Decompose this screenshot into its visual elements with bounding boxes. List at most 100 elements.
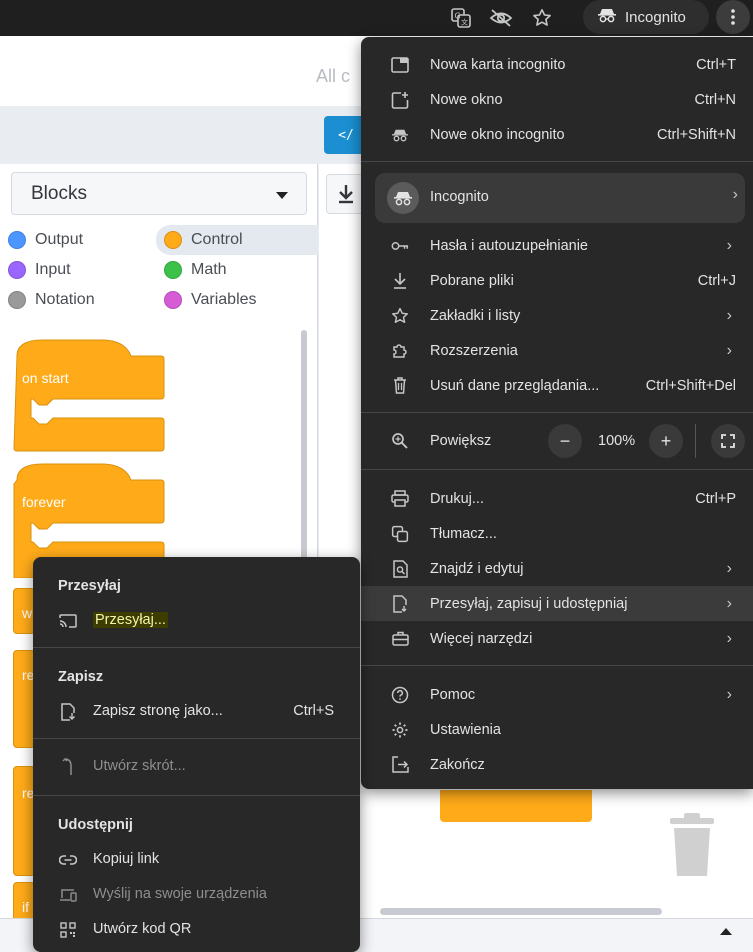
incognito-profile-button[interactable]: Incognito <box>583 0 709 34</box>
download-icon[interactable] <box>326 174 366 214</box>
block-partial-re-2[interactable]: re <box>13 766 35 876</box>
save-page-icon <box>59 703 77 721</box>
category-label: Input <box>35 261 71 278</box>
chevron-right-icon: › <box>726 306 732 324</box>
submenu-item-create-shortcut: Utwórz skrót... <box>33 749 360 784</box>
category-input[interactable]: Input <box>0 255 150 285</box>
link-icon <box>59 851 77 869</box>
translate-icon[interactable]: G文 <box>449 6 473 30</box>
toolbox-scrollbar[interactable] <box>301 330 307 590</box>
shortcut-arrow-icon <box>59 758 77 776</box>
chevron-right-icon: › <box>726 594 732 612</box>
cast-icon <box>59 612 77 630</box>
menu-profile-label: Incognito <box>430 189 489 205</box>
devices-icon <box>59 886 77 904</box>
star-icon[interactable] <box>530 6 554 30</box>
menu-item-cast-save-share[interactable]: Przesyłaj, zapisuj i udostępniaj › <box>361 586 753 621</box>
block-label: forever <box>22 494 66 510</box>
submenu-item-create-qr[interactable]: Utwórz kod QR <box>33 912 360 947</box>
menu-separator <box>361 161 753 162</box>
chevron-right-icon: › <box>726 685 732 703</box>
translate-icon <box>391 525 409 543</box>
zoom-in-button[interactable]: + <box>649 424 683 458</box>
menu-item-passwords[interactable]: Hasła i autouzupełnianie › <box>361 228 753 263</box>
menu-item-find-edit[interactable]: Znajdź i edytuj › <box>361 551 753 586</box>
submenu-section-save: Zapisz <box>58 669 104 685</box>
fullscreen-icon[interactable] <box>711 424 745 458</box>
zoom-out-button[interactable]: − <box>548 424 582 458</box>
block-partial-re-1[interactable]: re <box>13 650 35 748</box>
cast-save-icon <box>391 594 409 613</box>
block-partial-if[interactable]: if <box>13 882 35 922</box>
svg-text:G: G <box>455 12 461 21</box>
category-math[interactable]: Math <box>156 255 306 285</box>
workspace-horizontal-scrollbar[interactable] <box>380 908 662 915</box>
menu-profile-incognito[interactable]: Incognito › <box>375 173 745 223</box>
category-label: Math <box>191 261 227 278</box>
block-partial-w[interactable]: w <box>13 588 35 634</box>
block-on-start[interactable]: on start <box>13 338 168 454</box>
star-icon <box>391 307 409 325</box>
menu-item-help[interactable]: Pomoc › <box>361 677 753 712</box>
qr-code-icon <box>59 921 77 939</box>
incognito-icon <box>597 7 617 27</box>
category-control[interactable]: Control <box>156 225 318 255</box>
submenu-item-save-page[interactable]: Zapisz stronę jako... Ctrl+S <box>33 694 360 729</box>
category-color-dot <box>164 291 182 309</box>
chevron-right-icon: › <box>726 559 732 577</box>
menu-item-new-window[interactable]: Nowe okno Ctrl+N <box>361 82 753 117</box>
svg-text:文: 文 <box>461 18 468 27</box>
zoom-icon <box>391 432 409 450</box>
blocks-dropdown[interactable]: Blocks <box>11 172 307 215</box>
chevron-down-icon <box>276 192 288 199</box>
menu-item-translate[interactable]: Tłumacz... <box>361 516 753 551</box>
incognito-pill-label: Incognito <box>625 8 686 26</box>
submenu-item-copy-link[interactable]: Kopiuj link <box>33 842 360 877</box>
workspace-block[interactable] <box>440 790 592 822</box>
category-color-dot <box>8 261 26 279</box>
print-icon <box>391 490 409 508</box>
category-variables[interactable]: Variables <box>156 285 306 315</box>
submenu-item-send-to-devices: Wyślij na swoje urządzenia <box>33 877 360 912</box>
submenu-separator <box>33 647 360 648</box>
toolbox-icon <box>391 630 409 648</box>
incognito-avatar-icon <box>387 182 419 214</box>
eye-off-icon[interactable] <box>489 6 513 30</box>
browser-toolbar: G文 Incognito <box>0 0 753 36</box>
category-output[interactable]: Output <box>0 225 150 255</box>
help-icon <box>391 686 409 704</box>
trash-can-icon[interactable] <box>666 812 718 878</box>
submenu-item-cast[interactable]: Przesyłaj... <box>33 603 360 638</box>
zoom-divider <box>695 424 696 458</box>
exit-icon <box>391 756 409 774</box>
menu-item-print[interactable]: Drukuj... Ctrl+P <box>361 481 753 516</box>
search-placeholder[interactable]: All c <box>316 66 350 87</box>
menu-item-new-incognito-window[interactable]: Nowe okno incognito Ctrl+Shift+N <box>361 117 753 152</box>
menu-item-downloads[interactable]: Pobrane pliki Ctrl+J <box>361 263 753 298</box>
category-color-dot <box>164 231 182 249</box>
menu-item-bookmarks[interactable]: Zakładki i listy › <box>361 298 753 333</box>
chrome-main-menu: Nowa karta incognito Ctrl+T Nowe okno Ct… <box>361 37 753 789</box>
menu-item-new-incognito-tab[interactable]: Nowa karta incognito Ctrl+T <box>361 47 753 82</box>
category-notation[interactable]: Notation <box>0 285 150 315</box>
category-label: Control <box>191 231 243 248</box>
menu-separator <box>361 469 753 470</box>
settings-icon <box>391 721 409 739</box>
new-window-icon <box>391 91 409 109</box>
menu-separator <box>361 412 753 413</box>
menu-item-extensions[interactable]: Rozszerzenia › <box>361 333 753 368</box>
menu-item-settings[interactable]: Ustawienia <box>361 712 753 747</box>
category-label: Output <box>35 231 84 248</box>
more-vert-icon[interactable] <box>716 0 750 34</box>
menu-separator <box>361 665 753 666</box>
submenu-separator <box>33 795 360 796</box>
category-label: Variables <box>191 291 257 308</box>
blocks-dropdown-label: Blocks <box>31 182 87 204</box>
menu-item-exit[interactable]: Zakończ <box>361 747 753 782</box>
menu-item-more-tools[interactable]: Więcej narzędzi › <box>361 621 753 656</box>
chevron-up-icon[interactable] <box>720 928 732 935</box>
incognito-icon <box>391 126 409 144</box>
submenu-section-cast: Przesyłaj <box>58 578 121 594</box>
menu-item-clear-browsing-data[interactable]: Usuń dane przeglądania... Ctrl+Shift+Del <box>361 368 753 403</box>
find-icon <box>391 559 409 578</box>
